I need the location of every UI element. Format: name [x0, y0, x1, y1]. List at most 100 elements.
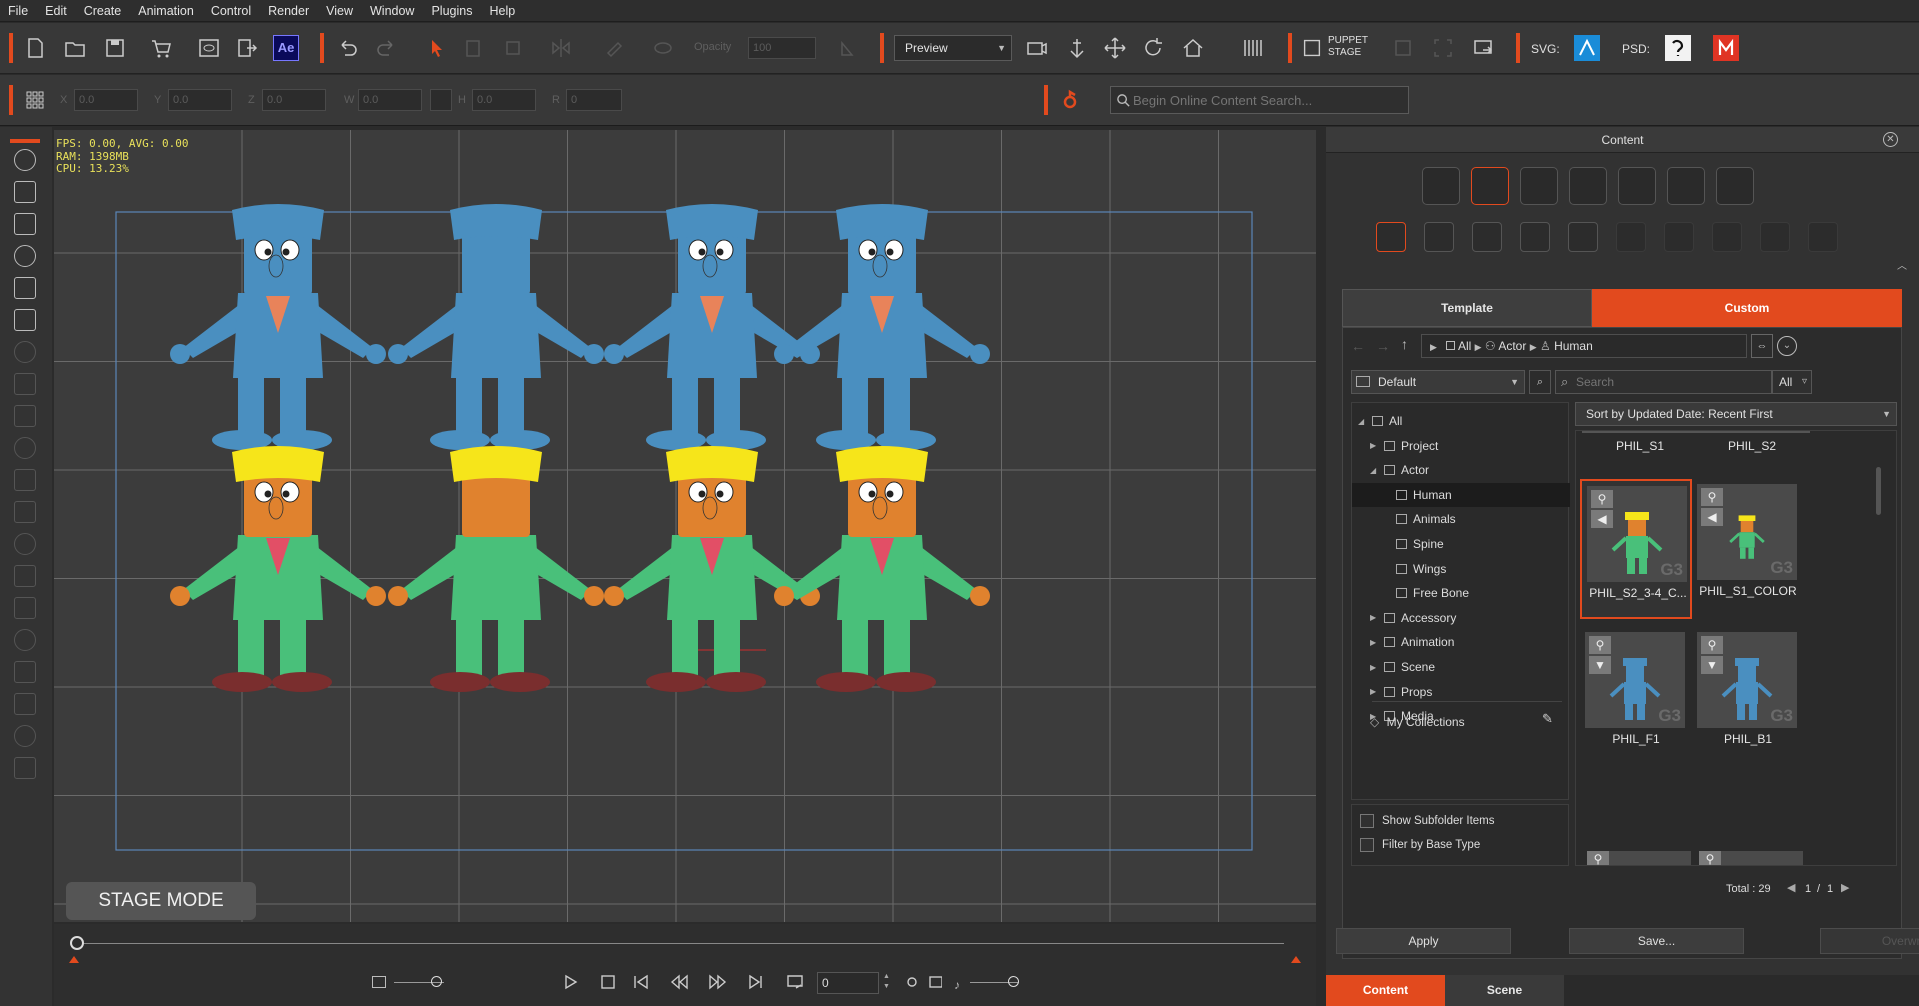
r-field[interactable]: 0	[566, 89, 622, 111]
frame-spinner[interactable]: ▲ ▼	[883, 972, 893, 994]
pin-icon[interactable]	[14, 725, 36, 747]
hand-icon[interactable]	[14, 501, 36, 523]
menu-view[interactable]: View	[326, 4, 353, 18]
layer-icon[interactable]	[1390, 35, 1416, 61]
subtitles-icon[interactable]	[929, 976, 942, 988]
tree-item-animation[interactable]: ▶ Animation	[1352, 630, 1570, 654]
undo-icon[interactable]	[334, 35, 360, 61]
folder-search-icon[interactable]: ⌕	[1529, 370, 1551, 394]
tree-item-all[interactable]: ◢ All	[1352, 409, 1570, 433]
online-search-box[interactable]	[1110, 86, 1409, 114]
scene-icon[interactable]	[1618, 167, 1656, 205]
camera-icon[interactable]	[14, 405, 36, 427]
stage-viewport[interactable]: FPS: 0.00, AVG: 0.00 RAM: 1398MB CPU: 13…	[54, 130, 1316, 922]
media-icon[interactable]	[14, 373, 36, 395]
send-icon[interactable]	[1470, 35, 1496, 61]
spine-icon[interactable]	[1472, 222, 1502, 252]
media-icon[interactable]	[1716, 167, 1754, 205]
paint-icon[interactable]	[602, 35, 628, 61]
filter-base-option[interactable]: Filter by Base Type	[1360, 838, 1480, 852]
menu-plugins[interactable]: Plugins	[431, 4, 472, 18]
cart-icon[interactable]	[148, 35, 174, 61]
actor-icon[interactable]	[1471, 167, 1509, 205]
deform-icon[interactable]	[14, 757, 36, 779]
fit-icon[interactable]	[1430, 35, 1456, 61]
item-label[interactable]: PHIL_S1	[1582, 439, 1698, 453]
range-start-marker[interactable]	[69, 956, 79, 963]
character-color-4[interactable]	[774, 446, 990, 692]
collapsed-arrow-icon[interactable]: ▶	[1370, 613, 1382, 622]
onion-skin-icon[interactable]	[907, 977, 917, 987]
speed-slider-knob[interactable]	[431, 976, 442, 987]
swap-view-icon[interactable]: ⇔	[1751, 334, 1773, 358]
tree-item-wings[interactable]: Wings	[1352, 557, 1570, 581]
accessory-icon[interactable]	[1520, 167, 1558, 205]
loop-icon[interactable]	[787, 975, 803, 989]
sprite-editor-icon[interactable]	[14, 213, 36, 235]
content-search-box[interactable]: ⌕	[1555, 370, 1772, 394]
new-file-icon[interactable]	[22, 35, 48, 61]
mocha-icon[interactable]	[1713, 35, 1739, 61]
up-arrow-icon[interactable]: ↑	[1401, 336, 1408, 352]
lock-ratio-button[interactable]	[430, 89, 452, 111]
align-icon[interactable]	[14, 661, 36, 683]
wings-icon[interactable]	[1520, 222, 1550, 252]
stage-mode-button[interactable]: STAGE MODE	[66, 882, 256, 920]
content-item[interactable]: ⚲ ◀ G3 PHIL_S2_3-4_C...	[1580, 479, 1692, 619]
select-arrow-icon[interactable]	[424, 35, 450, 61]
menu-window[interactable]: Window	[370, 4, 414, 18]
animals-icon[interactable]	[1424, 222, 1454, 252]
x-field[interactable]: 0.0	[74, 89, 138, 111]
breadcrumb-all[interactable]: All	[1458, 339, 1471, 353]
prop-icon[interactable]	[14, 533, 36, 555]
character-blue-1[interactable]	[170, 204, 386, 450]
content-item[interactable]: ⚲ ▼ G3 PHIL_B1	[1692, 627, 1804, 767]
content-search-input[interactable]	[1576, 373, 1766, 391]
grid-icon[interactable]	[22, 87, 48, 113]
visibility-icon[interactable]	[650, 35, 676, 61]
tab-custom[interactable]: Custom	[1592, 289, 1902, 327]
prev-page-icon[interactable]: ◀	[1787, 881, 1795, 894]
save-button[interactable]: Save...	[1569, 928, 1744, 954]
last-frame-icon[interactable]	[749, 974, 762, 990]
collapsed-arrow-icon[interactable]: ▶	[1370, 663, 1382, 672]
menu-create[interactable]: Create	[84, 4, 122, 18]
character-color-3[interactable]	[604, 446, 820, 692]
tab-content[interactable]: Content	[1326, 975, 1445, 1006]
online-search-input[interactable]	[1133, 90, 1403, 110]
link-icon[interactable]	[14, 629, 36, 651]
grid-scrollbar[interactable]	[1876, 467, 1881, 515]
tab-scene[interactable]: Scene	[1445, 975, 1564, 1006]
item-label[interactable]: PHIL_S2	[1694, 439, 1810, 453]
options-chevron-icon[interactable]: ⌄	[1777, 336, 1797, 356]
menu-render[interactable]: Render	[268, 4, 309, 18]
anchor-icon[interactable]	[1064, 35, 1090, 61]
edit-pencil-icon[interactable]: ✎	[1542, 711, 1553, 727]
grid-snap-icon[interactable]	[14, 597, 36, 619]
menu-help[interactable]: Help	[489, 4, 515, 18]
my-collections-item[interactable]: ◇ My Collections	[1370, 711, 1560, 733]
z-field[interactable]: 0.0	[262, 89, 326, 111]
search-scope-select[interactable]: All ▿	[1772, 370, 1812, 394]
open-folder-icon[interactable]	[62, 35, 88, 61]
filter-select[interactable]: Default ▼	[1351, 370, 1525, 394]
tree-item-spine[interactable]: Spine	[1352, 532, 1570, 556]
preview-eye-icon[interactable]	[196, 35, 222, 61]
expanded-arrow-icon[interactable]: ◢	[1370, 466, 1382, 475]
next-frame-icon[interactable]	[709, 974, 727, 990]
tree-item-props[interactable]: ▶ Props	[1352, 680, 1570, 704]
transform-icon[interactable]	[500, 35, 526, 61]
path-icon[interactable]	[14, 309, 36, 331]
collapsed-arrow-icon[interactable]: ▶	[1370, 687, 1382, 696]
timeline-scrubber[interactable]	[70, 936, 84, 950]
frame-input[interactable]: 0	[817, 972, 879, 994]
menu-edit[interactable]: Edit	[45, 4, 67, 18]
audio-icon[interactable]: ♪	[954, 978, 960, 992]
sort-select[interactable]: Sort by Updated Date: Recent First ▼	[1575, 402, 1897, 426]
timeline-track[interactable]	[76, 943, 1284, 944]
h-field[interactable]: 0.0	[472, 89, 536, 111]
breadcrumb-actor[interactable]: Actor	[1498, 339, 1526, 353]
effect-icon[interactable]	[14, 437, 36, 459]
layer-icon[interactable]	[14, 341, 36, 363]
breadcrumb-human[interactable]: Human	[1554, 339, 1593, 353]
